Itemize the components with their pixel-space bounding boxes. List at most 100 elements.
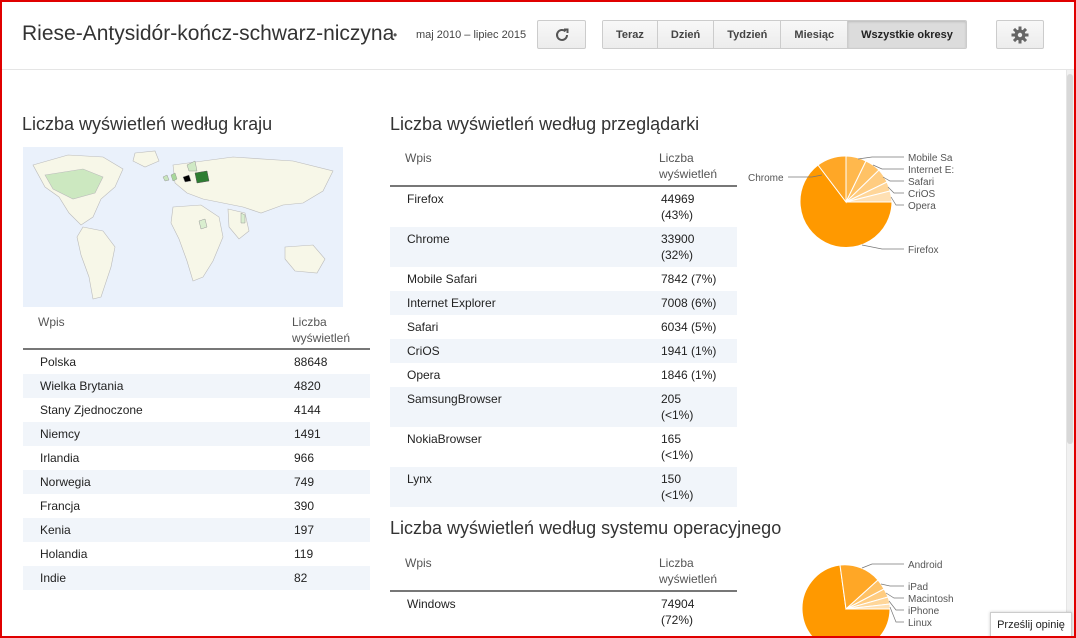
period-now-button[interactable]: Teraz	[603, 21, 658, 48]
country-table: Wpis Liczba wyświetleń Polska 88648 Wielka…	[23, 312, 370, 590]
row-entry-name[interactable]: Wielka Brytania	[40, 379, 123, 393]
row-views: 7008 (6%)	[661, 296, 717, 310]
row-entry-name[interactable]: NokiaBrowser	[407, 432, 482, 446]
period-selector: Teraz Dzień Tydzień Miesiąc Wszystkie ok…	[602, 20, 967, 49]
row-entry-name[interactable]: Norwegia	[40, 475, 91, 489]
row-views: 88648	[294, 355, 328, 369]
row-entry-name[interactable]: Kenia	[40, 523, 71, 537]
pie-label-internet-explorer: Internet E:	[908, 165, 954, 176]
row-views: 6034 (5%)	[661, 320, 717, 334]
row-views: 205	[661, 392, 682, 406]
pie-label-firefox: Firefox	[908, 245, 939, 256]
row-views: 150	[661, 472, 682, 486]
world-map[interactable]	[23, 147, 343, 307]
pie-label-safari: Safari	[908, 177, 934, 188]
row-views: 165	[661, 432, 682, 446]
row-views: 119	[294, 547, 314, 561]
table-row[interactable]: SamsungBrowser 205 (<1%)	[390, 387, 737, 427]
table-row[interactable]: Indie 82	[23, 566, 370, 590]
pie-label-mobile-safari: Mobile Sa	[908, 153, 953, 164]
table-row[interactable]: Polska 88648	[23, 350, 370, 374]
table-row[interactable]: Niemcy 1491	[23, 422, 370, 446]
row-views: 82	[294, 571, 308, 585]
row-entry-name[interactable]: CriOS	[407, 344, 440, 358]
row-views: 197	[294, 523, 315, 537]
col-entry-label: Wpis	[405, 151, 432, 165]
period-all-button[interactable]: Wszystkie okresy	[848, 21, 966, 48]
row-entry-name[interactable]: Opera	[407, 368, 440, 382]
table-row[interactable]: Internet Explorer 7008 (6%)	[390, 291, 737, 315]
row-views: 4820	[294, 379, 321, 393]
period-week-button[interactable]: Tydzień	[714, 21, 782, 48]
table-row[interactable]: Mobile Safari 7842 (7%)	[390, 267, 737, 291]
table-row[interactable]: CriOS 1941 (1%)	[390, 339, 737, 363]
os-pie-chart[interactable]: Android iPad Macintosh iPhone Linux	[742, 552, 962, 638]
os-rows: Windows 74904 (72%)	[390, 592, 737, 632]
table-row[interactable]: Holandia 119	[23, 542, 370, 566]
pie-label-macintosh: Macintosh	[908, 594, 954, 605]
row-entry-name[interactable]: Holandia	[40, 547, 87, 561]
period-month-button[interactable]: Miesiąc	[781, 21, 849, 48]
row-entry-name[interactable]: Irlandia	[40, 451, 79, 465]
refresh-icon	[555, 28, 568, 41]
row-entry-name[interactable]: Stany Zjednoczone	[40, 403, 143, 417]
pie-label-android: Android	[908, 560, 942, 571]
col-entry-label: Wpis	[38, 315, 65, 329]
country-table-header: Wpis Liczba wyświetleń	[23, 312, 370, 350]
row-entry-name[interactable]: SamsungBrowser	[407, 392, 502, 406]
row-views-percent: (<1%)	[661, 448, 694, 462]
table-row[interactable]: Stany Zjednoczone 4144	[23, 398, 370, 422]
country-rows: Polska 88648 Wielka Brytania 4820 Stany Zjed…	[23, 350, 370, 590]
table-row[interactable]: Lynx 150 (<1%)	[390, 467, 737, 507]
row-entry-name[interactable]: Lynx	[407, 472, 432, 486]
row-views-percent: (72%)	[661, 613, 694, 627]
pie-label-crios: CriOS	[908, 189, 936, 200]
row-views: 33900	[661, 232, 695, 246]
table-row[interactable]: Windows 74904 (72%)	[390, 592, 737, 632]
row-entry-name[interactable]: Niemcy	[40, 427, 80, 441]
table-row[interactable]: Safari 6034 (5%)	[390, 315, 737, 339]
period-day-button[interactable]: Dzień	[657, 21, 715, 48]
table-row[interactable]: Kenia 197	[23, 518, 370, 542]
row-entry-name[interactable]: Internet Explorer	[407, 296, 496, 310]
browser-pie-chart[interactable]: Chrome Mobile Sa Internet E: Safari CriO…	[742, 147, 962, 267]
row-views: 1491	[294, 427, 321, 441]
feedback-button[interactable]: Prześlij opinię	[990, 612, 1072, 636]
os-table-header: Wpis Liczba wyświetleń	[390, 552, 737, 592]
browser-rows: Firefox 44969 (43%) Chrome 33900 (32%) Mobile …	[390, 187, 737, 507]
row-entry-name[interactable]: Indie	[40, 571, 66, 585]
browser-section-title: Liczba wyświetleń według przeglądarki	[390, 114, 700, 134]
row-entry-name[interactable]: Safari	[407, 320, 438, 334]
row-entry-name[interactable]: Windows	[407, 597, 456, 611]
table-row[interactable]: Opera 1846 (1%)	[390, 363, 737, 387]
row-views-percent: (<1%)	[661, 408, 694, 422]
col-views-label-1: Liczba	[659, 151, 694, 165]
row-entry-name[interactable]: Francja	[40, 499, 80, 513]
browser-table-header: Wpis Liczba wyświetleń	[390, 147, 737, 187]
pie-label-iphone: iPhone	[908, 606, 940, 617]
table-row[interactable]: Chrome 33900 (32%)	[390, 227, 737, 267]
gear-icon	[1011, 26, 1029, 43]
row-entry-name[interactable]: Polska	[40, 355, 76, 369]
col-views-label-2: wyświetleń	[659, 167, 718, 181]
table-row[interactable]: Irlandia 966	[23, 446, 370, 470]
row-entry-name[interactable]: Firefox	[407, 192, 444, 206]
refresh-button[interactable]	[537, 20, 586, 49]
scrollbar-thumb[interactable]	[1067, 74, 1073, 444]
os-section-title: Liczba wyświetleń według systemu operacy…	[390, 518, 782, 538]
row-entry-name[interactable]: Chrome	[407, 232, 450, 246]
col-views-label-2: wyświetleń	[659, 572, 718, 586]
row-entry-name[interactable]: Mobile Safari	[407, 272, 477, 286]
table-row[interactable]: Francja 390	[23, 494, 370, 518]
table-row[interactable]: Norwegia 749	[23, 470, 370, 494]
app-window: Riese-Antysidór-kończ-schwarz-niczyna • …	[0, 0, 1076, 638]
row-views-percent: (<1%)	[661, 488, 694, 502]
pie-label-ipad: iPad	[908, 582, 928, 593]
row-views: 390	[294, 499, 315, 513]
table-row[interactable]: NokiaBrowser 165 (<1%)	[390, 427, 737, 467]
table-row[interactable]: Firefox 44969 (43%)	[390, 187, 737, 227]
row-views: 966	[294, 451, 315, 465]
table-row[interactable]: Wielka Brytania 4820	[23, 374, 370, 398]
settings-button[interactable]	[996, 20, 1044, 49]
country-section-title: Liczba wyświetleń według kraju	[22, 114, 273, 134]
